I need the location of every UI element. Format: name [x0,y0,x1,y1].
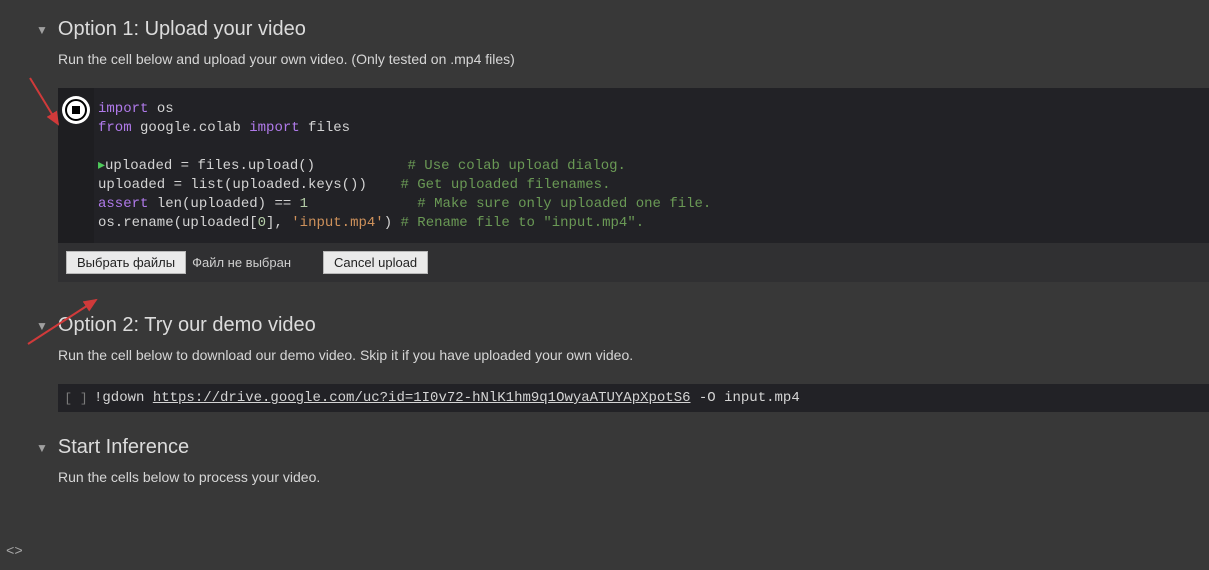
section-title-1: Option 1: Upload your video [58,18,306,41]
section-title-2: Option 2: Try our demo video [58,314,316,337]
collapse-icon[interactable]: ▼ [36,441,48,455]
code-cell-2[interactable]: [ ] !gdown https://drive.google.com/uc?i… [58,384,1209,412]
code-cell-1[interactable]: import os from google.colab import files… [58,88,1209,243]
cancel-upload-button[interactable]: Cancel upload [323,251,428,274]
collapse-icon[interactable]: ▼ [36,319,48,333]
section-desc-2: Run the cell below to download our demo … [58,345,1209,366]
section-title-3: Start Inference [58,436,189,459]
code-icon[interactable]: <> [6,544,23,560]
cell-gutter [58,88,94,243]
section-header-3: ▼ Start Inference [36,436,1209,459]
stop-button[interactable] [62,96,90,124]
collapse-icon[interactable]: ▼ [36,23,48,37]
code-editor-1[interactable]: import os from google.colab import files… [94,88,1209,243]
file-status-text: Файл не выбран [192,255,291,270]
section-desc-3: Run the cells below to process your vide… [58,467,1209,488]
section-desc-1: Run the cell below and upload your own v… [58,49,1209,70]
upload-output-bar: Выбрать файлы Файл не выбран Cancel uplo… [58,243,1209,282]
section-header-1: ▼ Option 1: Upload your video [36,18,1209,41]
section-header-2: ▼ Option 2: Try our demo video [36,314,1209,337]
choose-files-button[interactable]: Выбрать файлы [66,251,186,274]
code-editor-2[interactable]: !gdown https://drive.google.com/uc?id=1I… [94,390,800,406]
execution-count: [ ] [58,391,94,406]
